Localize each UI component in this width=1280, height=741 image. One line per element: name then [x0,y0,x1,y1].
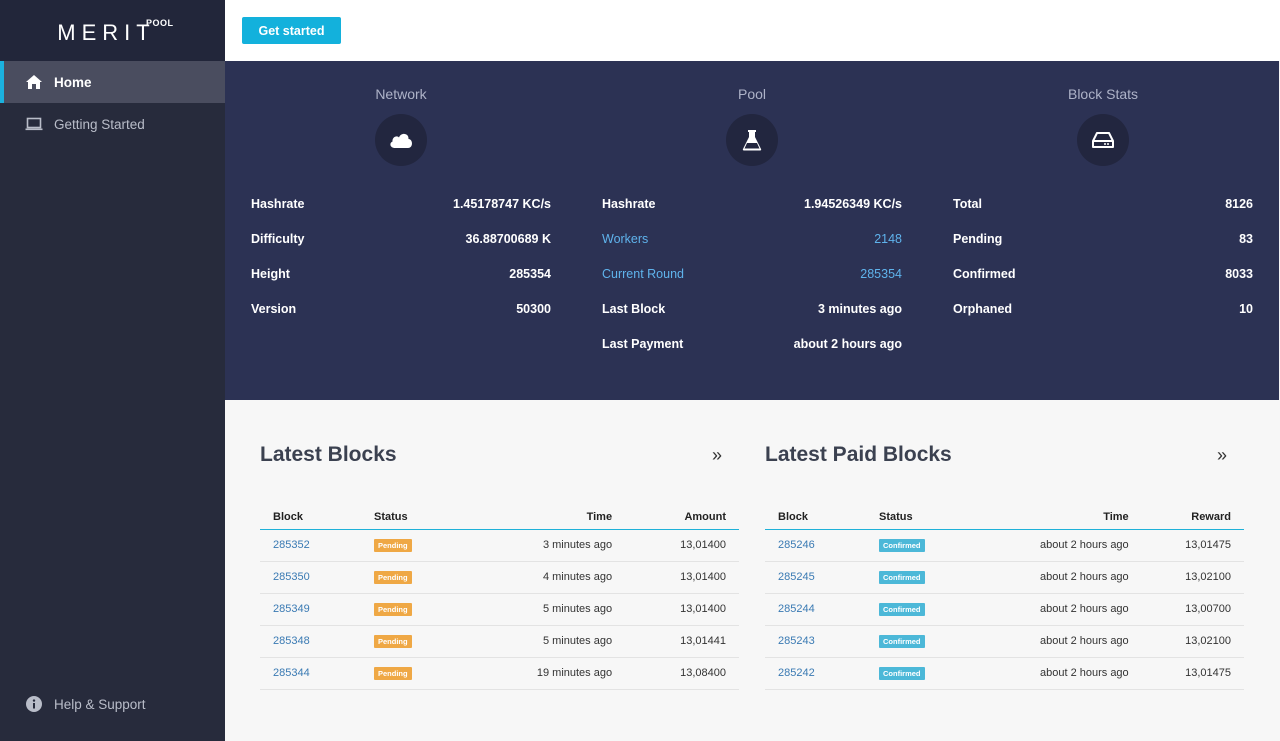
logo-superscript: POOL [146,18,174,28]
topbar: Get started [225,0,1280,61]
column-header: Reward [1128,506,1244,530]
sidebar-item-label: Help & Support [54,696,146,712]
network-title: Network [375,86,427,102]
get-started-button[interactable]: Get started [242,17,341,44]
column-header: Status [865,506,955,530]
stat-row: Height 285354 [251,266,551,281]
table-row: 285244 Confirmed about 2 hours ago 13,00700 [765,593,1244,626]
flask-icon [726,114,778,166]
sidebar-item-help-support[interactable]: Help & Support [0,683,225,725]
column-header: Block [260,506,360,530]
sidebar-item-label: Home [54,74,92,90]
column-header: Block [765,506,865,530]
block-link[interactable]: 285349 [273,603,310,615]
status-badge: Confirmed [879,666,925,680]
drive-icon [1077,114,1129,166]
block-stats: Block Stats Total 8126 Pending 83 Confirme… [953,61,1253,326]
latest-blocks-table: Block Status Time Amount 285352 Pending 3 … [260,506,739,690]
column-header: Amount [612,506,739,530]
status-badge: Pending [374,538,412,552]
sidebar: MERIT POOL Home Getting Started Help & S… [0,0,225,741]
pool-title: Pool [737,86,767,102]
table-row: 285246 Confirmed about 2 hours ago 13,01475 [765,529,1244,562]
stat-row: Orphaned 10 [953,301,1253,316]
stat-row: Hashrate 1.45178747 KC/s [251,196,551,211]
stat-row: Last Block 3 minutes ago [602,301,902,316]
home-icon [24,73,44,91]
info-icon [24,695,44,713]
latest-paid-blocks-table: Block Status Time Reward 285246 Confirmed… [765,506,1244,690]
table-row: 285352 Pending 3 minutes ago 13,01400 [260,529,739,562]
status-badge: Pending [374,570,412,584]
block-link[interactable]: 285244 [778,603,815,615]
sidebar-item-getting-started[interactable]: Getting Started [0,103,225,145]
current-round-row[interactable]: Current Round 285354 [602,256,902,291]
block-link[interactable]: 285243 [778,635,815,647]
status-badge: Confirmed [879,602,925,616]
stat-row: Hashrate 1.94526349 KC/s [602,196,902,211]
stat-row: Pending 83 [953,231,1253,246]
stats-panel: Network Hashrate 1.45178747 KC/s Difficul… [225,61,1279,400]
status-badge: Confirmed [879,570,925,584]
column-header: Status [360,506,450,530]
latest-blocks-title: Latest Blocks [260,443,397,466]
stat-row: Confirmed 8033 [953,266,1253,281]
block-stats-title: Block Stats [1067,86,1139,102]
workers-row[interactable]: Workers 2148 [602,221,902,256]
latest-paid-blocks-title: Latest Paid Blocks [765,443,952,466]
logo-text: MERIT [57,19,156,45]
status-badge: Pending [374,666,412,680]
block-link[interactable]: 285242 [778,667,815,679]
status-badge: Confirmed [879,634,925,648]
table-row: 285348 Pending 5 minutes ago 13,01441 [260,625,739,658]
sidebar-item-home[interactable]: Home [0,61,225,103]
block-link[interactable]: 285245 [778,571,815,583]
table-row: 285344 Pending 19 minutes ago 13,08400 [260,657,739,690]
pool-stats: Pool Hashrate 1.94526349 KC/s Workers 2148… [602,61,902,361]
laptop-icon [24,115,44,133]
block-link[interactable]: 285350 [273,571,310,583]
latest-blocks-panel: Latest Blocks » Block Status Time Amount… [260,440,740,690]
status-badge: Pending [374,602,412,616]
network-stats: Network Hashrate 1.45178747 KC/s Difficul… [251,61,551,326]
column-header: Time [955,506,1129,530]
stat-row: Difficulty 36.88700689 K [251,231,551,246]
table-row: 285245 Confirmed about 2 hours ago 13,02100 [765,561,1244,594]
cloud-icon [375,114,427,166]
block-link[interactable]: 285352 [273,539,310,551]
latest-paid-blocks-panel: Latest Paid Blocks » Block Status Time R… [765,440,1245,690]
latest-blocks-more-icon[interactable]: » [712,445,722,466]
sidebar-item-label: Getting Started [54,116,145,132]
column-header: Time [450,506,613,530]
stat-row: Version 50300 [251,301,551,316]
table-row: 285243 Confirmed about 2 hours ago 13,02100 [765,625,1244,658]
status-badge: Confirmed [879,538,925,552]
status-badge: Pending [374,634,412,648]
stat-row: Last Payment about 2 hours ago [602,336,902,351]
table-row: 285350 Pending 4 minutes ago 13,01400 [260,561,739,594]
block-link[interactable]: 285348 [273,635,310,647]
block-link[interactable]: 285246 [778,539,815,551]
table-row: 285349 Pending 5 minutes ago 13,01400 [260,593,739,626]
block-link[interactable]: 285344 [273,667,310,679]
latest-paid-blocks-more-icon[interactable]: » [1217,445,1227,466]
logo[interactable]: MERIT POOL [0,0,225,61]
stat-row: Total 8126 [953,196,1253,211]
table-row: 285242 Confirmed about 2 hours ago 13,01475 [765,657,1244,690]
